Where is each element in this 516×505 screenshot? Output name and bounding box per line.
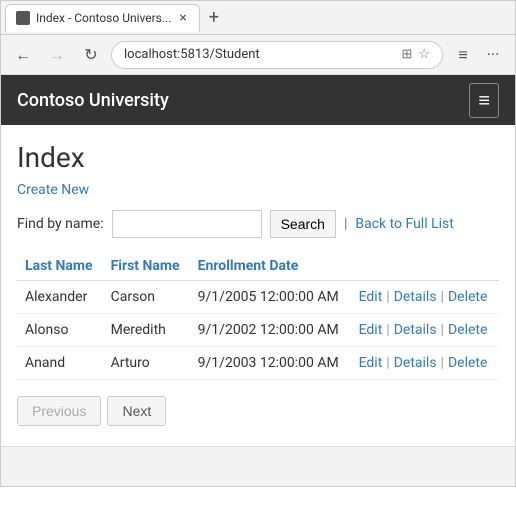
col-actions <box>351 252 499 281</box>
action-edit-link[interactable]: Edit <box>359 289 383 305</box>
pipe-separator: | <box>386 289 389 305</box>
back-to-full-list-link[interactable]: Back to Full List <box>355 216 453 232</box>
previous-button[interactable]: Previous <box>17 396 101 426</box>
cell-first-name: Arturo <box>103 347 190 380</box>
toolbar-menu: ≡ ··· <box>449 41 507 69</box>
search-input[interactable] <box>112 210 262 238</box>
bottom-decor <box>1 446 515 486</box>
action-links: Edit|Details|Delete <box>359 322 491 338</box>
new-tab-button[interactable]: + <box>200 4 228 32</box>
pipe-separator: | <box>386 322 389 338</box>
bookmark-icon: ☆ <box>418 47 430 62</box>
browser-toolbar: ← → ↻ localhost:5813/Student ⊞ ☆ ≡ ··· <box>1 35 515 75</box>
col-enrollment-date: Enrollment Date <box>190 252 351 281</box>
action-delete-link[interactable]: Delete <box>448 289 487 305</box>
cell-actions: Edit|Details|Delete <box>351 314 499 347</box>
search-button[interactable]: Search <box>270 210 336 238</box>
tab-title: Index - Contoso Univers... <box>36 11 171 25</box>
col-first-name: First Name <box>103 252 190 281</box>
table-row: AlonsoMeredith9/1/2002 12:00:00 AMEdit|D… <box>17 314 499 347</box>
back-button[interactable]: ← <box>9 41 37 69</box>
search-bar: Find by name: Search | Back to Full List <box>17 210 499 238</box>
nav-title: Contoso University <box>17 90 169 111</box>
action-details-link[interactable]: Details <box>394 289 437 305</box>
pipe-separator: | <box>441 322 444 338</box>
cell-actions: Edit|Details|Delete <box>351 281 499 314</box>
pipe-separator: | <box>441 289 444 305</box>
page-content: Index Create New Find by name: Search | … <box>1 125 515 446</box>
action-details-link[interactable]: Details <box>394 355 437 371</box>
cell-last-name: Alexander <box>17 281 103 314</box>
browser-tab[interactable]: Index - Contoso Univers... × <box>5 4 200 32</box>
tab-favicon <box>16 11 30 25</box>
cell-enrollment-date: 9/1/2005 12:00:00 AM <box>190 281 351 314</box>
menu-button[interactable]: ≡ <box>449 41 477 69</box>
table-row: AnandArturo9/1/2003 12:00:00 AMEdit|Deta… <box>17 347 499 380</box>
cell-first-name: Carson <box>103 281 190 314</box>
students-table: Last Name First Name Enrollment Date Ale… <box>17 252 499 380</box>
cell-enrollment-date: 9/1/2002 12:00:00 AM <box>190 314 351 347</box>
action-delete-link[interactable]: Delete <box>448 355 487 371</box>
create-new-link[interactable]: Create New <box>17 182 89 198</box>
pagination: Previous Next <box>17 396 499 426</box>
nav-bar: Contoso University ≡ <box>1 75 515 125</box>
action-edit-link[interactable]: Edit <box>359 355 383 371</box>
nav-hamburger-button[interactable]: ≡ <box>469 83 499 118</box>
col-last-name: Last Name <box>17 252 103 281</box>
cell-last-name: Alonso <box>17 314 103 347</box>
cell-actions: Edit|Details|Delete <box>351 347 499 380</box>
page-title: Index <box>17 141 499 174</box>
action-details-link[interactable]: Details <box>394 322 437 338</box>
cell-first-name: Meredith <box>103 314 190 347</box>
cell-last-name: Anand <box>17 347 103 380</box>
action-delete-link[interactable]: Delete <box>448 322 487 338</box>
action-edit-link[interactable]: Edit <box>359 322 383 338</box>
table-header-row: Last Name First Name Enrollment Date <box>17 252 499 281</box>
next-button[interactable]: Next <box>107 396 166 426</box>
table-row: AlexanderCarson9/1/2005 12:00:00 AMEdit|… <box>17 281 499 314</box>
action-links: Edit|Details|Delete <box>359 289 491 305</box>
forward-button[interactable]: → <box>43 41 71 69</box>
address-text: localhost:5813/Student <box>124 47 395 62</box>
cell-enrollment-date: 9/1/2003 12:00:00 AM <box>190 347 351 380</box>
refresh-button[interactable]: ↻ <box>77 41 105 69</box>
address-bar[interactable]: localhost:5813/Student ⊞ ☆ <box>111 41 443 69</box>
tab-close-button[interactable]: × <box>177 11 188 25</box>
find-label: Find by name: <box>17 216 104 232</box>
pipe-separator: | <box>441 355 444 371</box>
reader-mode-icon: ⊞ <box>401 47 412 62</box>
separator: | <box>344 216 347 232</box>
more-button[interactable]: ··· <box>479 41 507 69</box>
pipe-separator: | <box>386 355 389 371</box>
action-links: Edit|Details|Delete <box>359 355 491 371</box>
browser-frame: Index - Contoso Univers... × + ← → ↻ loc… <box>0 0 516 487</box>
tab-bar: Index - Contoso Univers... × + <box>1 1 515 35</box>
